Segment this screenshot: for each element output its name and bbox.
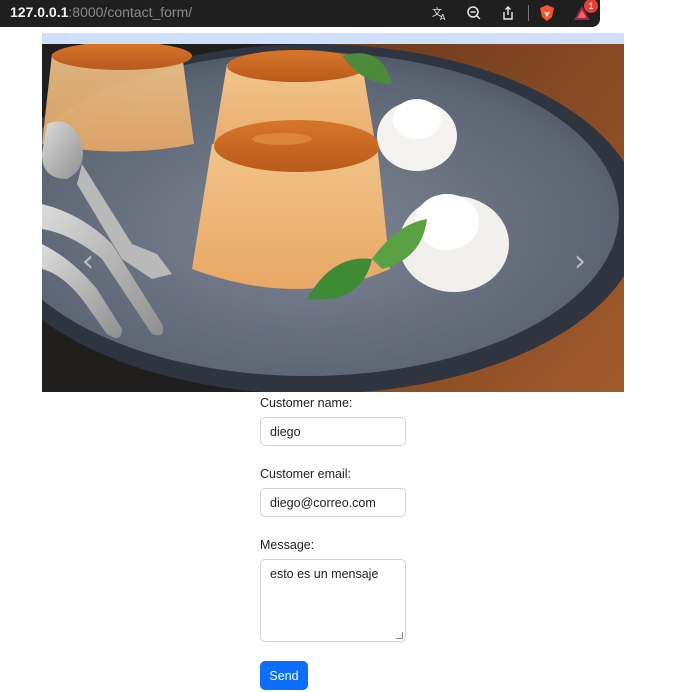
url-host: 127.0.0.1 [10, 4, 69, 20]
customer-email-value: diego@correo.com [270, 495, 376, 510]
customer-email-label: Customer email: [260, 467, 351, 481]
send-button[interactable]: Send [260, 661, 308, 690]
toolbar-divider [528, 5, 529, 21]
message-value: esto es un mensaje [270, 567, 379, 581]
brave-shield-icon[interactable] [537, 3, 557, 23]
browser-toolbar: 127.0.0.1:8000/contact_form/ 文A 1 [0, 0, 600, 27]
customer-email-input[interactable]: diego@correo.com [260, 488, 406, 517]
chevron-left-icon: ‹ [82, 244, 94, 279]
translate-icon[interactable]: 文A [430, 3, 450, 23]
dessert-carousel: ‹ › [42, 44, 624, 392]
customer-name-label: Customer name: [260, 396, 353, 410]
chevron-right-icon: › [574, 244, 586, 279]
carousel-prev-control[interactable]: ‹ [82, 244, 94, 279]
customer-name-input[interactable]: diego [260, 417, 406, 446]
customer-name-value: diego [270, 424, 301, 439]
zoom-out-icon[interactable] [464, 3, 484, 23]
url-path: :8000/contact_form/ [68, 4, 193, 20]
svg-text:A: A [440, 13, 446, 21]
address-bar[interactable]: 127.0.0.1:8000/contact_form/ [10, 4, 192, 20]
message-textarea[interactable]: esto es un mensaje [260, 559, 406, 642]
flan-image [42, 44, 624, 392]
notification-badge: 1 [584, 0, 598, 13]
carousel-next-control[interactable]: › [574, 244, 586, 279]
share-icon[interactable] [498, 3, 518, 23]
contact-form: Customer name: diego Customer email: die… [260, 395, 460, 690]
resize-handle-icon[interactable] [396, 632, 403, 639]
message-label: Message: [260, 538, 315, 552]
carousel-indicator-strip [42, 33, 624, 44]
